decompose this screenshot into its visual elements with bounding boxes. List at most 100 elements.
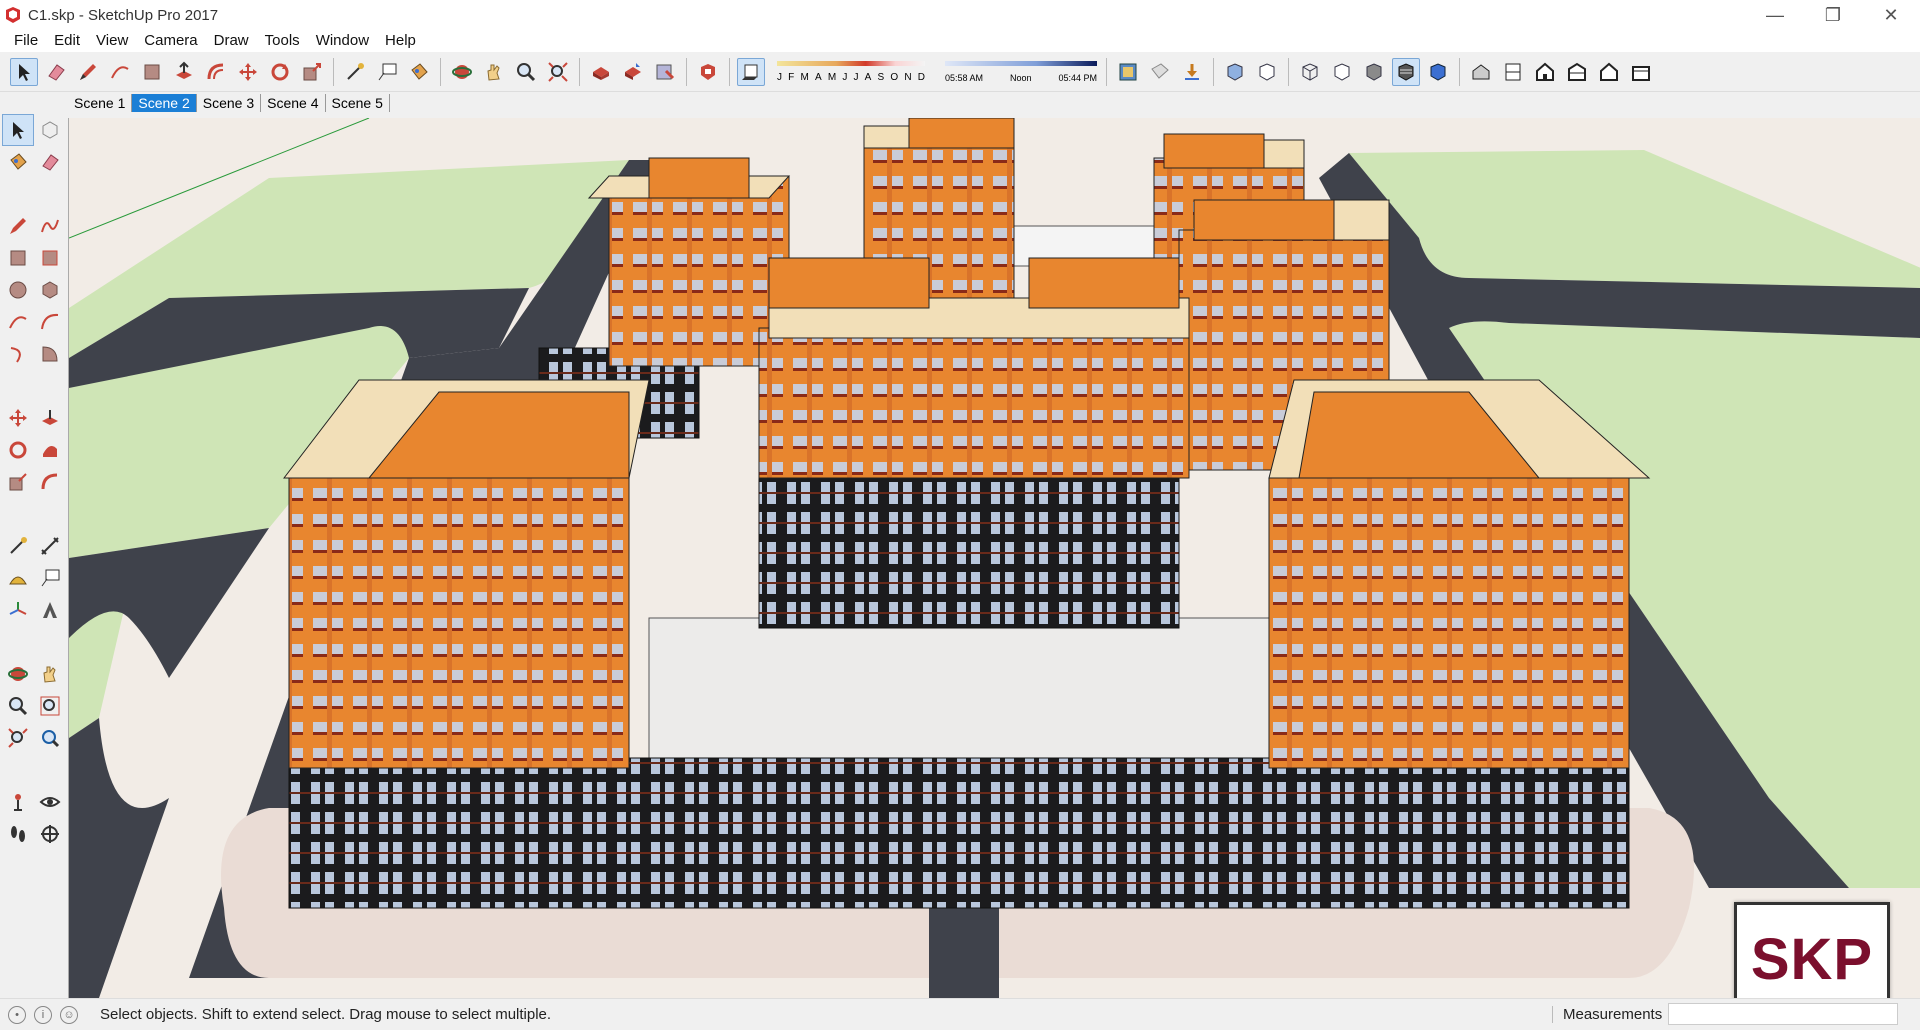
maximize-button[interactable]: ❐ — [1804, 0, 1862, 30]
pie-tool-button[interactable] — [34, 338, 66, 370]
push-pull-tool-button[interactable] — [34, 402, 66, 434]
rotate-tool-button[interactable] — [266, 58, 294, 86]
scale-tool-button[interactable] — [298, 58, 326, 86]
zoom-window-button[interactable] — [34, 690, 66, 722]
paint-bucket-button[interactable] — [405, 58, 433, 86]
scale-tool-button[interactable] — [2, 466, 34, 498]
date-slider-track[interactable] — [777, 60, 925, 66]
tab-scene-3[interactable]: Scene 3 — [197, 94, 262, 112]
orbit-button[interactable] — [2, 658, 34, 690]
offset-tool-button[interactable] — [34, 466, 66, 498]
rotate-tool-button[interactable] — [2, 434, 34, 466]
menu-view[interactable]: View — [88, 30, 136, 52]
push-pull-tool-button[interactable] — [170, 58, 198, 86]
tab-scene-2[interactable]: Scene 2 — [132, 94, 197, 112]
xray-style-button[interactable] — [1221, 58, 1249, 86]
user-account-icon[interactable]: ☺ — [60, 1005, 78, 1024]
protractor-tool-button[interactable] — [2, 562, 34, 594]
tag-button[interactable] — [1146, 58, 1174, 86]
two-point-arc-button[interactable] — [34, 306, 66, 338]
offset-tool-button[interactable] — [202, 58, 230, 86]
select-tool-button[interactable] — [10, 57, 38, 86]
menu-edit[interactable]: Edit — [46, 30, 88, 52]
tape-measure-button[interactable] — [2, 530, 34, 562]
axes-tool-button[interactable] — [2, 594, 34, 626]
walk-button[interactable] — [2, 818, 34, 850]
minimize-button[interactable]: — — [1746, 0, 1804, 30]
left-view-button[interactable] — [1627, 58, 1655, 86]
follow-me-tool-button[interactable] — [34, 434, 66, 466]
text-tool-button[interactable] — [34, 562, 66, 594]
geolocation-icon[interactable]: • — [8, 1005, 26, 1024]
line-tool-button[interactable] — [2, 210, 34, 242]
rectangle-tool-button[interactable] — [2, 242, 34, 274]
section-plane-button[interactable] — [34, 818, 66, 850]
tab-scene-4[interactable]: Scene 4 — [261, 94, 326, 112]
menu-tools[interactable]: Tools — [257, 30, 308, 52]
eraser-tool-button[interactable] — [42, 58, 70, 86]
menu-window[interactable]: Window — [308, 30, 377, 52]
three-point-arc-button[interactable] — [2, 338, 34, 370]
credits-icon[interactable]: i — [34, 1005, 52, 1024]
iso-view-button[interactable] — [1467, 58, 1495, 86]
time-slider-track[interactable] — [945, 60, 1097, 66]
rectangle-tool-button[interactable] — [138, 58, 166, 86]
3d-text-tool-button[interactable] — [34, 594, 66, 626]
paint-bucket-button[interactable] — [2, 146, 34, 178]
shadows-toggle-button[interactable] — [737, 57, 765, 86]
back-edges-button[interactable] — [1253, 58, 1281, 86]
menu-file[interactable]: File — [6, 30, 46, 52]
zoom-button[interactable] — [512, 58, 540, 86]
pan-button[interactable] — [480, 58, 508, 86]
select-tool-button[interactable] — [2, 114, 34, 146]
tab-scene-1[interactable]: Scene 1 — [68, 94, 133, 112]
menu-camera[interactable]: Camera — [136, 30, 205, 52]
zoom-extents-button[interactable] — [544, 58, 572, 86]
date-slider[interactable]: J F M A M J J A S O N D — [777, 60, 925, 83]
line-tool-button[interactable] — [74, 58, 102, 86]
get-models-button[interactable] — [651, 58, 679, 86]
text-tool-button[interactable] — [373, 58, 401, 86]
look-around-button[interactable] — [34, 786, 66, 818]
previous-view-button[interactable] — [34, 722, 66, 754]
share-model-button[interactable] — [619, 58, 647, 86]
right-view-button[interactable] — [1563, 58, 1591, 86]
back-view-button[interactable] — [1595, 58, 1623, 86]
measurements-input[interactable] — [1668, 1003, 1898, 1025]
move-tool-button[interactable] — [2, 402, 34, 434]
move-tool-button[interactable] — [234, 58, 262, 86]
import-button[interactable] — [1178, 58, 1206, 86]
close-button[interactable]: ✕ — [1862, 0, 1920, 30]
position-camera-button[interactable] — [2, 786, 34, 818]
pan-button[interactable] — [34, 658, 66, 690]
arc-tool-button[interactable] — [106, 58, 134, 86]
shaded-textures-button[interactable] — [1392, 57, 1420, 86]
rotated-rectangle-button[interactable] — [34, 242, 66, 274]
menu-help[interactable]: Help — [377, 30, 424, 52]
hidden-line-button[interactable] — [1328, 58, 1356, 86]
zoom-button[interactable] — [2, 690, 34, 722]
extension-warehouse-button[interactable] — [694, 58, 722, 86]
dimension-tool-button[interactable] — [34, 530, 66, 562]
polygon-tool-button[interactable] — [34, 274, 66, 306]
wireframe-button[interactable] — [1296, 58, 1324, 86]
make-component-button[interactable] — [34, 114, 66, 146]
arc-tool-button[interactable] — [2, 306, 34, 338]
tape-measure-button[interactable] — [341, 58, 369, 86]
orbit-button[interactable] — [448, 58, 476, 86]
top-view-button[interactable] — [1499, 58, 1527, 86]
warehouse-button[interactable] — [587, 58, 615, 86]
eraser-tool-button[interactable] — [34, 146, 66, 178]
shaded-button[interactable] — [1360, 58, 1388, 86]
zoom-extents-button[interactable] — [2, 722, 34, 754]
model-info-button[interactable] — [1114, 58, 1142, 86]
front-view-button[interactable] — [1531, 58, 1559, 86]
modeling-viewport[interactable] — [68, 118, 1920, 998]
circle-tool-button[interactable] — [2, 274, 34, 306]
freehand-tool-button[interactable] — [34, 210, 66, 242]
monochrome-button[interactable] — [1424, 58, 1452, 86]
menu-draw[interactable]: Draw — [206, 30, 257, 52]
time-slider[interactable]: 05:58 AM Noon 05:44 PM — [945, 60, 1097, 83]
tab-scene-5[interactable]: Scene 5 — [326, 94, 390, 112]
scene-drawing[interactable] — [69, 118, 1920, 998]
